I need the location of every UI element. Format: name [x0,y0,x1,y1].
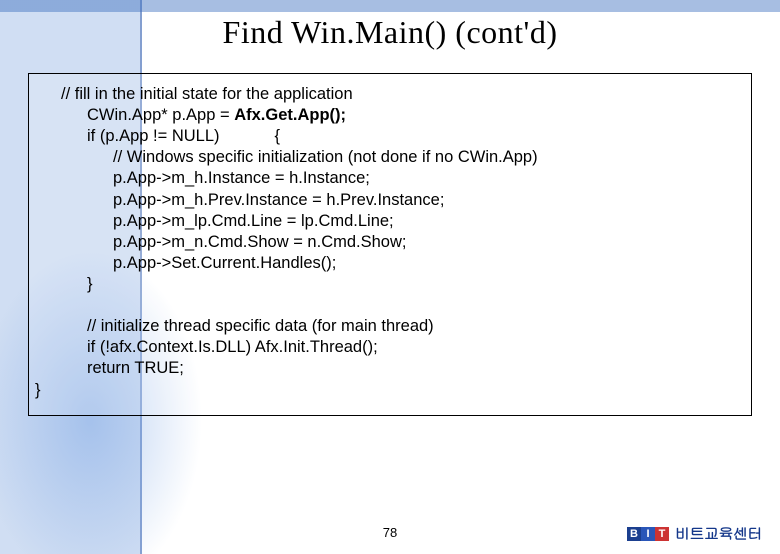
code-line: // initialize thread specific data (for … [35,316,745,337]
brand-logo: B I T [627,527,669,541]
code-line: // fill in the initial state for the app… [35,84,745,105]
brand-logo-letter: I [641,527,655,541]
code-text: CWin.App* p.App = [87,106,234,124]
brand-logo-letter: B [627,527,641,541]
brand-text: 비트교육센터 [675,523,762,544]
code-line: if (p.App != NULL) { [35,126,745,147]
code-blank [35,295,745,316]
slide-title: Find Win.Main() (cont'd) [0,14,780,51]
code-line: } [35,274,745,295]
code-line: p.App->Set.Current.Handles(); [35,253,745,274]
brand-footer: B I T 비트교육센터 [627,523,762,544]
code-line: return TRUE; [35,358,745,379]
code-text: if (p.App != NULL) [87,127,220,145]
code-line: } [35,380,745,401]
code-emph: Afx.Get.App(); [234,106,346,124]
code-line: p.App->m_n.Cmd.Show = n.Cmd.Show; [35,232,745,253]
brand-logo-letter: T [655,527,669,541]
code-line: // Windows specific initialization (not … [35,147,745,168]
code-text [220,127,275,145]
code-line: p.App->m_h.Prev.Instance = h.Prev.Instan… [35,190,745,211]
code-line: CWin.App* p.App = Afx.Get.App(); [35,105,745,126]
code-box: // fill in the initial state for the app… [28,73,752,416]
code-text: { [275,127,281,145]
code-line: if (!afx.Context.Is.DLL) Afx.Init.Thread… [35,337,745,358]
code-line: p.App->m_h.Instance = h.Instance; [35,168,745,189]
code-line: p.App->m_lp.Cmd.Line = lp.Cmd.Line; [35,211,745,232]
